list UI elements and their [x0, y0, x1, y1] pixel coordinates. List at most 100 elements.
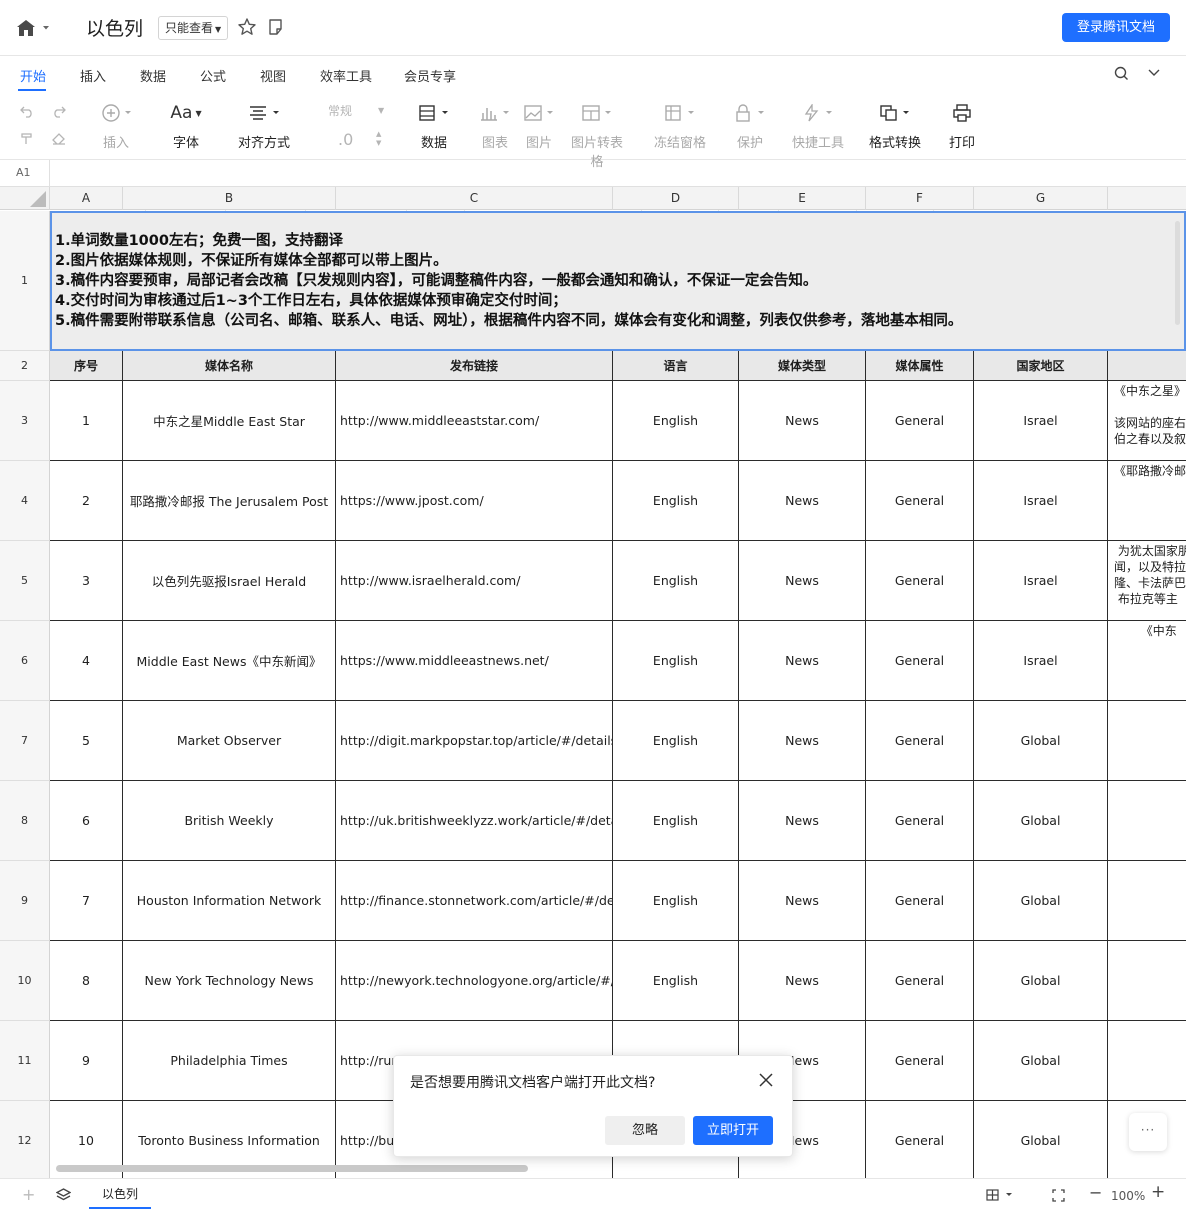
tab-formula[interactable]: 公式 [200, 66, 226, 85]
note-icon[interactable] [267, 18, 285, 36]
cell-no[interactable]: 6 [50, 781, 123, 861]
cell-language[interactable]: English [613, 941, 739, 1021]
cell-region[interactable]: Israel [974, 461, 1108, 541]
open-now-button[interactable]: 立即打开 [693, 1116, 773, 1145]
login-button[interactable]: 登录腾讯文档 [1062, 13, 1170, 42]
tab-start[interactable]: 开始 [20, 66, 46, 85]
cell-description[interactable]: 《中东之星》 该网站的座右 伯之春以及叙 [1108, 381, 1186, 461]
cell-media-type[interactable]: News [739, 621, 866, 701]
cell-region[interactable]: Global [974, 701, 1108, 781]
cell-description[interactable] [1108, 861, 1186, 941]
data-tool[interactable]: 数据 [416, 100, 452, 151]
cell-media-name[interactable]: 耶路撒冷邮报 The Jerusalem Post [123, 461, 336, 541]
table-header-cell[interactable] [1108, 351, 1186, 381]
column-header-f[interactable]: F [866, 187, 974, 210]
tab-view[interactable]: 视图 [260, 66, 286, 85]
ignore-button[interactable]: 忽略 [605, 1116, 685, 1145]
undo-icon[interactable] [20, 106, 34, 118]
cell-media-type[interactable]: News [739, 861, 866, 941]
cell-language[interactable]: English [613, 541, 739, 621]
redo-icon[interactable] [52, 106, 66, 118]
cell-region[interactable]: Israel [974, 541, 1108, 621]
column-header-g[interactable]: G [974, 187, 1108, 210]
fullscreen-icon[interactable] [1052, 1189, 1065, 1202]
cell-no[interactable]: 3 [50, 541, 123, 621]
font-tool[interactable]: Aa ▼ 字体 [166, 100, 206, 151]
cell-language[interactable]: English [613, 381, 739, 461]
cell-media-attribute[interactable]: General [866, 541, 974, 621]
cell-description[interactable] [1108, 781, 1186, 861]
cell-media-attribute[interactable]: General [866, 381, 974, 461]
cell-region[interactable]: Global [974, 941, 1108, 1021]
table-header-cell[interactable]: 语言 [613, 351, 739, 381]
row-header[interactable]: 9 [0, 861, 50, 941]
row-header[interactable]: 11 [0, 1021, 50, 1101]
cell-language[interactable]: English [613, 701, 739, 781]
column-header-c[interactable]: C [336, 187, 613, 210]
number-format-select[interactable]: 常规 ▼ [316, 100, 388, 122]
cell-media-attribute[interactable]: General [866, 701, 974, 781]
select-all-corner[interactable] [0, 187, 50, 210]
search-icon[interactable] [1114, 66, 1129, 81]
notes-cell[interactable]: 1.单词数量1000左右；免费一图，支持翻译 2.图片依据媒体规则，不保证所有媒… [50, 211, 1186, 351]
image-tool[interactable]: 图片 [522, 100, 556, 151]
cell-media-name[interactable]: Houston Information Network [123, 861, 336, 941]
zoom-in-button[interactable]: + [1151, 1182, 1165, 1202]
cell-region[interactable]: Israel [974, 621, 1108, 701]
cell-publish-link[interactable]: http://finance.stonnetwork.com/article/#… [336, 861, 613, 941]
table-header-cell[interactable]: 发布链接 [336, 351, 613, 381]
star-icon[interactable] [237, 17, 257, 37]
cell-media-name[interactable]: 以色列先驱报Israel Herald [123, 541, 336, 621]
column-header-d[interactable]: D [613, 187, 739, 210]
cell-language[interactable]: English [613, 861, 739, 941]
cell-media-attribute[interactable]: General [866, 781, 974, 861]
cell-language[interactable]: English [613, 621, 739, 701]
cell-description[interactable]: 《中东 [1108, 621, 1186, 701]
table-header-cell[interactable]: 媒体类型 [739, 351, 866, 381]
sheet-tab[interactable]: 以色列 [89, 1179, 151, 1209]
cell-region[interactable]: Global [974, 781, 1108, 861]
align-tool[interactable]: 对齐方式 [238, 100, 290, 151]
cell-media-type[interactable]: News [739, 541, 866, 621]
cell-publish-link[interactable]: http://newyork.technologyone.org/article… [336, 941, 613, 1021]
insert-tool[interactable]: 插入 [96, 100, 136, 151]
cell-publish-link[interactable]: http://digit.markpopstar.top/article/#/d… [336, 701, 613, 781]
layers-icon[interactable] [56, 1188, 71, 1202]
tab-member[interactable]: 会员专享 [404, 66, 456, 85]
cell-media-attribute[interactable]: General [866, 861, 974, 941]
cell-language[interactable]: English [613, 461, 739, 541]
cell-publish-link[interactable]: http://uk.britishweeklyzz.work/article/#… [336, 781, 613, 861]
cell-media-name[interactable]: Philadelphia Times [123, 1021, 336, 1101]
cell-media-name[interactable]: 中东之星Middle East Star [123, 381, 336, 461]
cell-media-name[interactable]: British Weekly [123, 781, 336, 861]
cell-language[interactable]: English [613, 781, 739, 861]
cell-media-attribute[interactable]: General [866, 621, 974, 701]
table-header-cell[interactable]: 媒体属性 [866, 351, 974, 381]
row-header[interactable]: 6 [0, 621, 50, 701]
cell-media-type[interactable]: News [739, 781, 866, 861]
decimal-stepper[interactable]: ▲ ▼ [376, 130, 381, 148]
cell-reference[interactable]: A1 [16, 166, 31, 179]
permission-dropdown[interactable]: 只能查看 ▼ [158, 16, 229, 40]
tab-efficiency-tools[interactable]: 效率工具 [320, 66, 372, 85]
chart-tool[interactable]: 图表 [478, 100, 512, 151]
table-header-cell[interactable]: 媒体名称 [123, 351, 336, 381]
column-header-h[interactable] [1108, 187, 1186, 210]
cell-publish-link[interactable]: https://www.jpost.com/ [336, 461, 613, 541]
cell-no[interactable]: 5 [50, 701, 123, 781]
cell-no[interactable]: 8 [50, 941, 123, 1021]
row-header[interactable]: 8 [0, 781, 50, 861]
table-header-cell[interactable]: 国家地区 [974, 351, 1108, 381]
horizontal-scrollbar[interactable] [56, 1165, 528, 1172]
column-header-e[interactable]: E [739, 187, 866, 210]
freeze-tool[interactable]: 冻结窗格 [654, 100, 706, 151]
cell-description[interactable] [1108, 1021, 1186, 1101]
cell-media-type[interactable]: News [739, 941, 866, 1021]
cell-description[interactable] [1108, 941, 1186, 1021]
cell-scrollbar[interactable] [1175, 221, 1180, 325]
row-header[interactable]: 12 [0, 1101, 50, 1178]
format-convert-tool[interactable]: 格式转换 [869, 100, 921, 151]
close-icon[interactable] [758, 1072, 774, 1088]
eraser-icon[interactable] [52, 132, 66, 146]
row-header[interactable]: 7 [0, 701, 50, 781]
